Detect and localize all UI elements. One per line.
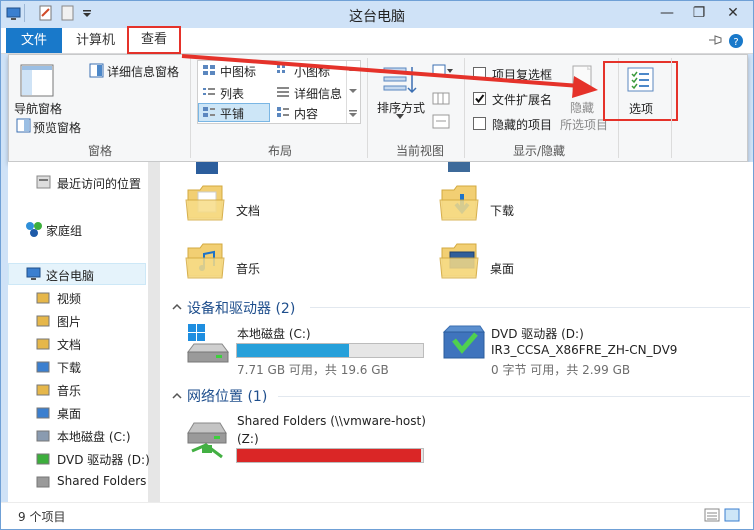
hide-selected-label: 所选项目: [560, 118, 609, 132]
network-item-drive: (Z:): [237, 432, 259, 446]
network-drive-icon: [187, 422, 227, 459]
nav-pane-button[interactable]: 导航窗格: [14, 100, 62, 117]
nav-item-video[interactable]: 视频: [57, 290, 81, 307]
downloads-folder-icon: [439, 185, 479, 221]
folder-desktop[interactable]: 桌面: [490, 260, 514, 277]
nav-item-homegroup[interactable]: 家庭组: [46, 222, 82, 239]
pictures-folder-icon: [448, 162, 470, 172]
content-icon: [277, 107, 289, 117]
minimize-button[interactable]: —: [654, 4, 680, 22]
nav-item-shared-folders[interactable]: Shared Folders: [57, 474, 146, 488]
desktop-icon: [36, 407, 50, 419]
hidden-items-label[interactable]: 隐藏的项目: [492, 116, 552, 133]
divider: [278, 396, 750, 397]
collapse-network-icon[interactable]: [172, 391, 182, 401]
divider: [310, 307, 750, 308]
nav-item-pictures[interactable]: 图片: [57, 313, 81, 330]
nav-item-music[interactable]: 音乐: [57, 382, 81, 399]
downloads-icon: [36, 361, 50, 373]
folder-music[interactable]: 音乐: [236, 260, 260, 277]
group-label-pane: 窗格: [87, 144, 112, 158]
video-icon: [36, 292, 50, 304]
details-pane-button[interactable]: 详细信息窗格: [107, 63, 179, 80]
group-label-current-view: 当前视图: [395, 144, 444, 158]
homegroup-icon: [26, 222, 42, 237]
layout-tiles[interactable]: 平铺: [220, 105, 244, 122]
options-button[interactable]: 选项: [629, 100, 653, 117]
details-view-icon[interactable]: [704, 508, 720, 522]
annotation-arrow: [181, 54, 598, 98]
large-icons-view-icon[interactable]: [724, 508, 740, 522]
close-button[interactable]: ✕: [720, 4, 746, 22]
shared-folders-icon: [36, 476, 50, 488]
dvd-drive-icon: [442, 325, 485, 359]
nav-item-dvd-drive-d[interactable]: DVD 驱动器 (D:): [57, 451, 150, 468]
tab-computer[interactable]: 计算机: [76, 28, 115, 53]
pin-icon[interactable]: [708, 34, 724, 46]
window-title: 这台电脑: [349, 9, 405, 25]
nav-item-local-disk-c[interactable]: 本地磁盘 (C:): [57, 428, 131, 445]
folder-downloads[interactable]: 下载: [490, 202, 514, 219]
preview-pane-button[interactable]: 预览窗格: [33, 119, 81, 136]
nav-item-recent[interactable]: 最近访问的位置: [57, 175, 141, 192]
dvd-drive-d-icon: [36, 453, 50, 465]
status-bar: [0, 502, 754, 530]
help-icon[interactable]: ?: [728, 33, 744, 49]
music-icon: [36, 384, 50, 396]
documents-icon: [36, 338, 50, 350]
devices-heading[interactable]: 设备和驱动器 (2): [187, 298, 295, 318]
collapse-devices-icon[interactable]: [172, 302, 182, 312]
divider: [671, 58, 672, 158]
tab-file[interactable]: 文件: [6, 28, 62, 53]
maximize-button[interactable]: ❐: [686, 4, 712, 22]
pictures-icon: [36, 315, 50, 327]
hidden-items-checkbox[interactable]: [473, 117, 486, 130]
desktop-folder-icon: [439, 243, 479, 279]
group-label-show-hide: 显示/隐藏: [512, 144, 566, 158]
layout-content[interactable]: 内容: [294, 105, 318, 122]
network-usage-fill: [237, 449, 422, 462]
drive-c-free: 7.71 GB 可用，共 19.6 GB: [237, 363, 389, 377]
options-icon: [627, 67, 654, 92]
status-item-count: 9 个项目: [18, 510, 66, 524]
nav-item-documents[interactable]: 文档: [57, 336, 81, 353]
drive-c-name[interactable]: 本地磁盘 (C:): [237, 325, 311, 342]
details-pane-icon: [89, 63, 104, 78]
video-folder-icon: [196, 162, 218, 174]
music-folder-icon: [185, 243, 225, 279]
dropdown-arrow-icon[interactable]: [396, 114, 404, 119]
tab-view[interactable]: 查看: [127, 26, 181, 54]
gallery-more-icon[interactable]: [349, 110, 357, 118]
documents-folder-icon: [185, 185, 225, 221]
drive-d-free: 0 字节 可用，共 2.99 GB: [491, 363, 631, 377]
svg-text:?: ?: [733, 37, 738, 48]
size-columns-icon[interactable]: [432, 114, 450, 130]
local-disk-c-icon: [36, 430, 50, 442]
preview-pane-icon: [16, 118, 31, 133]
drive-c-usage-bar: [236, 343, 424, 358]
nav-item-desktop[interactable]: 桌面: [57, 405, 81, 422]
network-item-name[interactable]: Shared Folders (\\vmware-host): [237, 414, 426, 428]
nav-pane-icon[interactable]: [20, 64, 54, 98]
drive-c-usage-fill: [237, 344, 349, 357]
network-usage-bar: [236, 448, 424, 463]
drive-d-name[interactable]: DVD 驱动器 (D:): [491, 325, 584, 342]
group-label-layout: 布局: [267, 144, 292, 158]
nav-item-this-pc[interactable]: 这台电脑: [46, 267, 94, 284]
recent-places-icon: [36, 175, 51, 189]
folder-documents[interactable]: 文档: [236, 202, 260, 219]
nav-item-downloads[interactable]: 下载: [57, 359, 81, 376]
network-heading[interactable]: 网络位置 (1): [187, 386, 267, 406]
nav-scrollbar[interactable]: [148, 162, 160, 502]
windows-drive-icon: [187, 324, 229, 363]
this-pc-icon: [26, 267, 41, 280]
tiles-icon: [203, 107, 215, 117]
drive-d-label: IR3_CCSA_X86FRE_ZH-CN_DV9: [491, 343, 678, 357]
